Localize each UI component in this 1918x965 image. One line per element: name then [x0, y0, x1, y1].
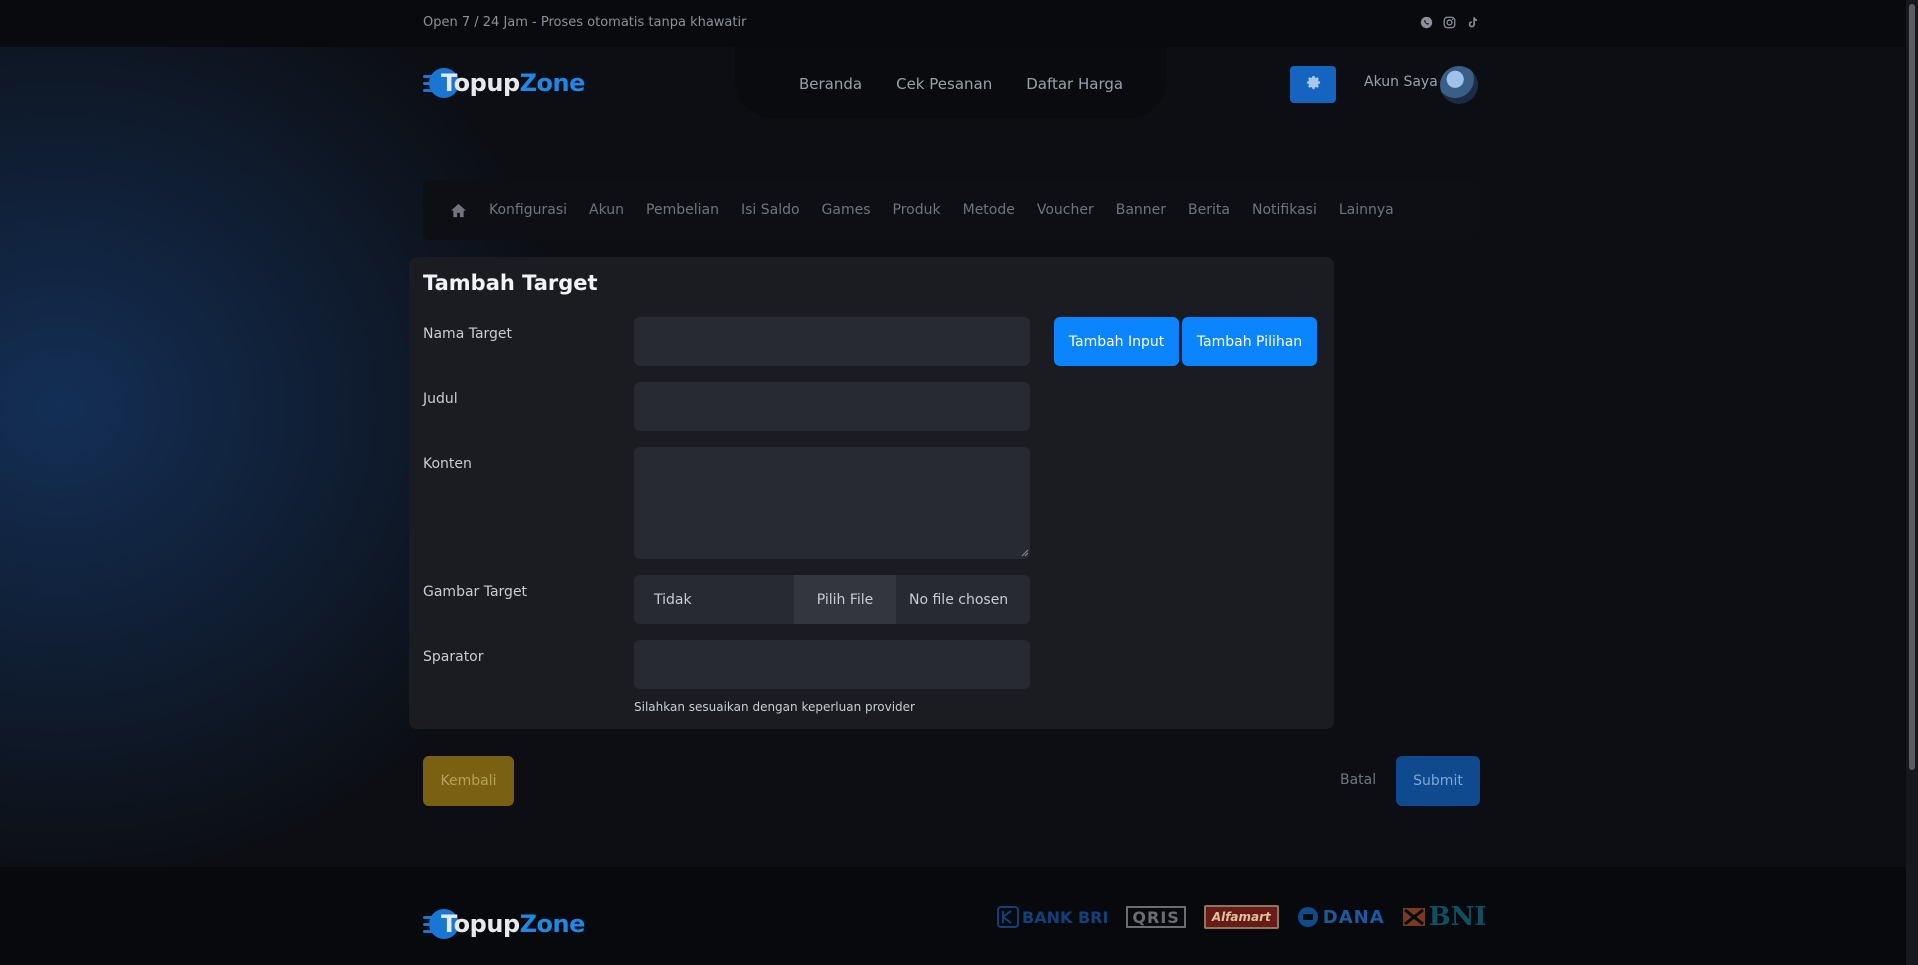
cancel-link[interactable]: Batal: [1340, 772, 1376, 788]
payment-logos: BANK BRI QRIS Alfamart DANA BNI: [997, 902, 1487, 932]
whatsapp-icon[interactable]: [1420, 16, 1433, 29]
menu-item-akun[interactable]: Akun: [589, 202, 624, 218]
add-option-button[interactable]: Tambah Pilihan: [1182, 317, 1317, 366]
menu-item-banner[interactable]: Banner: [1116, 202, 1166, 218]
dana-logo: DANA: [1297, 904, 1385, 930]
menu-item-pembelian[interactable]: Pembelian: [646, 202, 719, 218]
form-card: Tambah Target Nama Target Tambah Input T…: [409, 257, 1334, 729]
tiktok-icon[interactable]: [1466, 16, 1479, 29]
sparator-hint: Silahkan sesuaikan dengan keperluan prov…: [634, 700, 915, 714]
logo-text: TopupZone: [441, 69, 585, 97]
scrollbar-thumb[interactable]: [1909, 4, 1915, 770]
submit-button[interactable]: Submit: [1396, 756, 1480, 806]
judul-input[interactable]: [634, 382, 1030, 431]
gambar-target-select[interactable]: Tidak: [634, 575, 794, 624]
nav-link-cek-pesanan[interactable]: Cek Pesanan: [896, 75, 992, 93]
nama-target-label: Nama Target: [423, 326, 513, 342]
qris-logo: QRIS: [1126, 906, 1186, 928]
menu-item-isi-saldo[interactable]: Isi Saldo: [741, 202, 800, 218]
settings-button[interactable]: [1290, 66, 1336, 103]
back-button[interactable]: Kembali: [423, 756, 514, 806]
sparator-input[interactable]: [634, 640, 1030, 689]
file-status-text: No file chosen: [909, 591, 1009, 608]
account-label[interactable]: Akun Saya: [1364, 74, 1438, 90]
menu-item-voucher[interactable]: Voucher: [1037, 202, 1094, 218]
announcement-text: Open 7 / 24 Jam - Proses otomatis tanpa …: [423, 15, 747, 30]
main-nav: Beranda Cek Pesanan Daftar Harga: [799, 75, 1123, 93]
social-links: [1420, 16, 1479, 29]
menu-item-metode[interactable]: Metode: [963, 202, 1015, 218]
menu-item-games[interactable]: Games: [822, 202, 871, 218]
header-logo[interactable]: TopupZone: [423, 66, 585, 100]
footer-logo[interactable]: TopupZone: [423, 907, 585, 941]
instagram-icon[interactable]: [1443, 16, 1456, 29]
resize-grip-icon[interactable]: [1021, 549, 1029, 557]
menu-item-berita[interactable]: Berita: [1188, 202, 1230, 218]
admin-menu: Konfigurasi Akun Pembelian Isi Saldo Gam…: [423, 180, 1479, 240]
konten-textarea[interactable]: [634, 447, 1030, 559]
avatar[interactable]: [1440, 66, 1478, 104]
menu-item-produk[interactable]: Produk: [893, 202, 941, 218]
menu-item-lainnya[interactable]: Lainnya: [1339, 202, 1394, 218]
logo-text: TopupZone: [441, 910, 585, 938]
home-icon[interactable]: [450, 203, 467, 218]
gambar-target-group: Tidak Pilih File No file chosen: [634, 575, 1030, 624]
choose-file-button[interactable]: Pilih File: [794, 575, 896, 624]
page-title: Tambah Target: [423, 271, 598, 295]
nav-link-beranda[interactable]: Beranda: [799, 75, 862, 93]
menu-item-notifikasi[interactable]: Notifikasi: [1252, 202, 1317, 218]
top-bar: Open 7 / 24 Jam - Proses otomatis tanpa …: [0, 0, 1906, 47]
gear-icon: [1306, 75, 1321, 94]
menu-item-konfigurasi[interactable]: Konfigurasi: [489, 202, 567, 218]
alfamart-logo: Alfamart: [1203, 905, 1279, 929]
add-input-button[interactable]: Tambah Input: [1054, 317, 1179, 366]
bank-bri-logo: BANK BRI: [997, 904, 1108, 930]
nav-link-daftar-harga[interactable]: Daftar Harga: [1026, 75, 1123, 93]
sparator-label: Sparator: [423, 649, 484, 665]
gambar-target-label: Gambar Target: [423, 584, 528, 600]
judul-label: Judul: [423, 391, 458, 407]
bni-logo: BNI: [1402, 902, 1487, 932]
nama-target-input[interactable]: [634, 317, 1030, 366]
konten-label: Konten: [423, 456, 472, 472]
footer: [0, 867, 1906, 965]
